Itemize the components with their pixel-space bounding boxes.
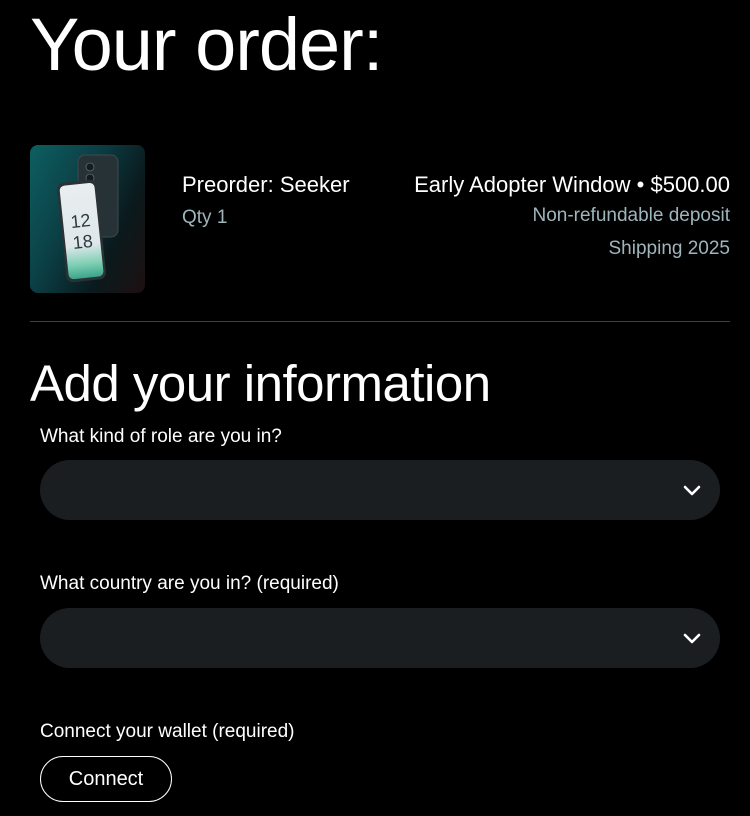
chevron-down-icon: [683, 485, 701, 496]
section-divider: [30, 321, 730, 322]
shipping-note: Shipping 2025: [608, 238, 731, 259]
order-item: 12 18 Preorder: Seeker Qty 1 Early Adopt…: [30, 145, 730, 293]
checkout-page: Your order: 12 18 Preorder: Seeker Qty 1…: [0, 0, 750, 816]
role-label: What kind of role are you in?: [40, 426, 282, 447]
connect-wallet-button[interactable]: Connect: [40, 756, 172, 802]
phone-time-minutes: 18: [72, 231, 94, 253]
product-qty: Qty 1: [182, 207, 228, 228]
price-line: Early Adopter Window • $500.00: [414, 172, 730, 197]
order-title: Your order:: [30, 3, 383, 86]
deposit-note: Non-refundable deposit: [532, 205, 730, 226]
chevron-down-icon: [683, 633, 701, 644]
product-name: Preorder: Seeker: [182, 172, 350, 197]
phone-time-hours: 12: [70, 210, 92, 232]
role-select[interactable]: [40, 460, 720, 520]
order-price-block: Early Adopter Window • $500.00 Non-refun…: [414, 172, 730, 261]
country-label: What country are you in? (required): [40, 573, 339, 594]
info-title: Add your information: [30, 355, 491, 412]
country-select[interactable]: [40, 608, 720, 668]
wallet-label: Connect your wallet (required): [40, 721, 295, 742]
product-image: 12 18: [30, 145, 145, 293]
